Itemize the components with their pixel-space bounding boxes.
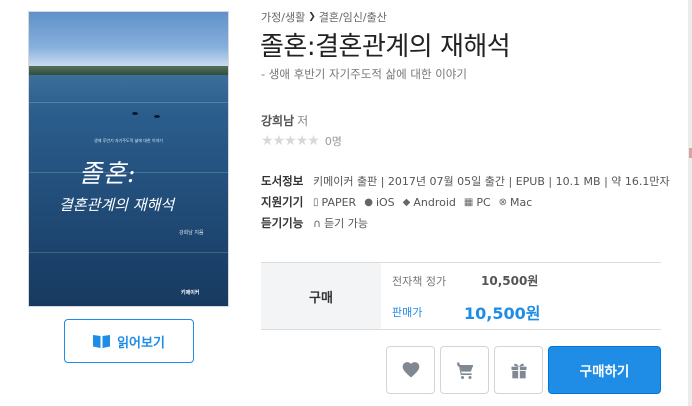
book-subtitle: - 생애 후반기 자기주도적 삶에 대한 이야기 [261, 67, 467, 81]
device-label: PAPER [321, 195, 357, 209]
device-pc: ▦ PC [464, 196, 491, 209]
gift-button[interactable] [494, 346, 543, 394]
listen-value: 듣기 가능 [324, 217, 369, 230]
android-icon: ◆ [402, 196, 411, 208]
cart-icon [456, 362, 473, 379]
device-ios: ● iOS [364, 196, 394, 209]
author-role: 저 [297, 114, 309, 128]
cart-button[interactable] [440, 346, 489, 394]
device-mac: ⊗ Mac [499, 196, 533, 209]
device-android: ◆ Android [403, 196, 456, 209]
cover-ripple [29, 252, 228, 253]
gift-icon [511, 363, 526, 379]
device-label: Mac [510, 195, 533, 209]
preview-button-label: 읽어보기 [117, 335, 165, 351]
list-price-label: 전자책 정가 [392, 275, 447, 288]
device-paper: ▯ PAPER [313, 196, 356, 209]
windows-icon: ▦ [463, 196, 474, 208]
cover-treeline [29, 66, 228, 75]
cover-title-line2: 결혼관계의 재해석 [59, 196, 175, 214]
devices-row: 지원기기 ▯ PAPER ● iOS ◆ Android ▦ PC ⊗ Mac [261, 194, 540, 210]
book-open-icon [93, 335, 111, 348]
cover-publisher: 키메이커 [181, 290, 200, 296]
heart-icon [402, 362, 419, 378]
breadcrumb-item-subcategory[interactable]: 결혼/임신/출산 [319, 9, 387, 25]
breadcrumb-item-category[interactable]: 가정/생활 [261, 9, 305, 25]
cover-title-line1: 졸혼: [79, 159, 137, 188]
device-label: iOS [375, 195, 395, 209]
rating: ★ ★ ★ ★ ★ 0명 [261, 133, 342, 149]
mac-icon: ⊗ [498, 196, 508, 208]
sale-price: 10,500원 [464, 304, 541, 323]
cover-author: 강희남 지음 [179, 230, 204, 236]
devices-label: 지원기기 [261, 195, 304, 209]
apple-icon: ● [364, 196, 373, 208]
star-icon: ★ [307, 133, 320, 149]
list-price: 10,500원 [481, 274, 539, 288]
book-title: 졸혼:결혼관계의 재해석 [260, 32, 511, 62]
cover-bird [154, 115, 160, 118]
cover-bird [132, 112, 138, 115]
book-info-label: 도서정보 [261, 174, 304, 188]
book-cover[interactable]: 생애 후반기 자기주도적 삶에 대한 이야기 졸혼: 결혼관계의 재해석 강희남… [28, 11, 229, 307]
device-label: Android [413, 195, 456, 209]
phone-icon: ▯ [313, 196, 319, 208]
wishlist-button[interactable] [386, 346, 435, 394]
listen-label: 듣기기능 [261, 216, 304, 230]
breadcrumb-separator-icon: ❯ [308, 12, 316, 22]
cover-small-text: 생애 후반기 자기주도적 삶에 대한 이야기 [94, 138, 163, 143]
purchase-label: 구매 [261, 263, 381, 329]
sale-price-label: 판매가 [392, 306, 423, 319]
book-info-row: 도서정보 키메이커 출판 | 2017년 07월 05일 출간 | EPUB |… [261, 173, 670, 189]
price-box: 구매 전자책 정가 10,500원 판매가 10,500원 [261, 262, 661, 330]
listen-row: 듣기기능 ∩ 듣기 가능 [261, 215, 368, 231]
rating-count: 0명 [324, 135, 342, 148]
device-label: PC [476, 195, 491, 209]
book-info-value: 키메이커 출판 | 2017년 07월 05일 출간 | EPUB | 10.1… [313, 175, 670, 188]
buy-button[interactable]: 구매하기 [548, 346, 661, 394]
cover-ripple [29, 102, 228, 103]
headphones-icon: ∩ [313, 216, 322, 230]
scrollbar-edge[interactable] [688, 0, 692, 406]
preview-button[interactable]: 읽어보기 [64, 319, 194, 363]
author-line: 강희남 저 [261, 112, 308, 129]
breadcrumb: 가정/생활 ❯ 결혼/임신/출산 [261, 9, 387, 25]
author-name[interactable]: 강희남 [261, 114, 294, 128]
